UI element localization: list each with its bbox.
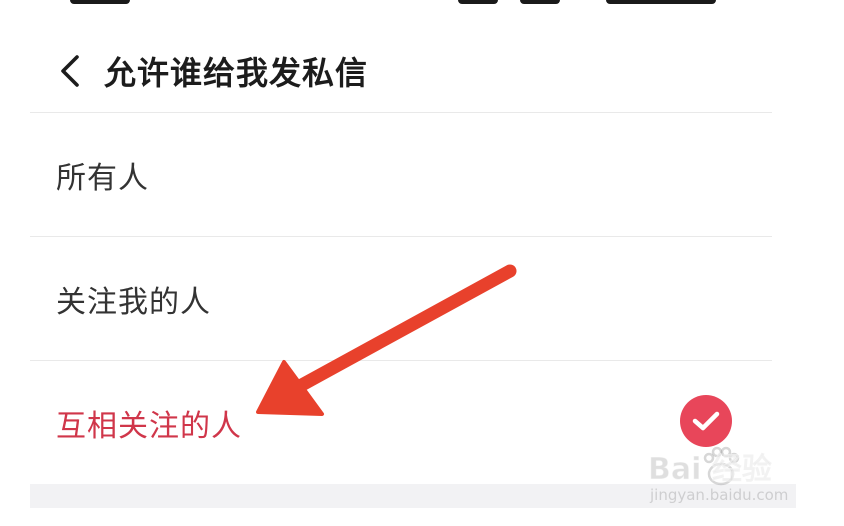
status-bar-fragment: [520, 0, 560, 4]
watermark: Bai 经验 jingyan.baidu.com: [648, 444, 818, 514]
option-followers[interactable]: 关注我的人: [30, 236, 772, 360]
watermark-url: jingyan.baidu.com: [650, 486, 789, 504]
navigation-header: 允许谁给我发私信: [30, 30, 772, 112]
page-title: 允许谁给我发私信: [104, 54, 369, 92]
option-label: 关注我的人: [56, 284, 211, 320]
watermark-main: Bai 经验: [648, 452, 773, 488]
message-permission-options: 所有人 关注我的人 互相关注的人: [30, 112, 772, 484]
option-everyone[interactable]: 所有人: [30, 112, 772, 236]
status-bar-fragment: [606, 0, 716, 4]
status-bar-fragment: [70, 0, 130, 4]
back-button[interactable]: [50, 51, 90, 91]
option-label: 互相关注的人: [56, 408, 242, 444]
chevron-left-icon: [61, 55, 79, 87]
privacy-message-settings-screen: 允许谁给我发私信 所有人 关注我的人 互相关注的人 Bai 经验 jingyan…: [0, 0, 844, 526]
status-bar-fragment: [458, 0, 498, 4]
check-circle-icon: [680, 395, 732, 447]
option-label: 所有人: [56, 160, 149, 196]
status-bar: [0, 0, 844, 10]
